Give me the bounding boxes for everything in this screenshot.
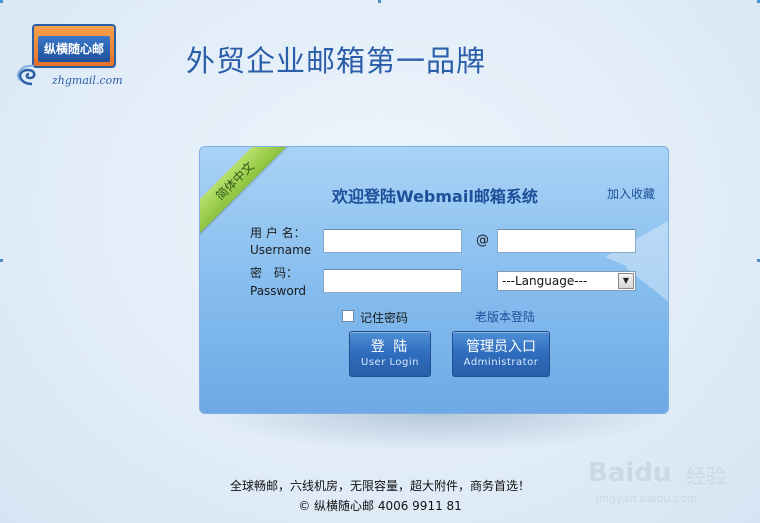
- remember-password-checkbox[interactable]: [342, 310, 354, 322]
- logo-text: 纵横随心邮: [38, 36, 110, 62]
- domain-input[interactable]: [497, 229, 636, 253]
- login-button-sublabel: User Login: [361, 357, 419, 368]
- panel-shadow: [200, 412, 670, 452]
- watermark-url: jingyan.baidu.com: [596, 492, 698, 505]
- corner-marker: [378, 0, 381, 3]
- remember-password-label[interactable]: 记住密码: [360, 309, 408, 326]
- login-title: 欢迎登陆Webmail邮箱系统: [332, 187, 538, 206]
- watermark-label: 经验: [686, 464, 726, 488]
- admin-button-sublabel: Administrator: [463, 357, 539, 368]
- chevron-down-icon[interactable]: ▼: [618, 273, 634, 289]
- username-label-en: Username: [250, 243, 312, 257]
- password-label-cn: 密 码：: [250, 266, 299, 280]
- baidu-watermark: Baidu 经验 jingyan.baidu.com: [586, 452, 726, 512]
- logo-swirl-icon: [16, 64, 36, 86]
- brand-logo[interactable]: 纵横随心邮 zhgmail.com: [8, 20, 138, 92]
- corner-marker: [0, 259, 3, 262]
- password-label-en: Password: [250, 284, 307, 298]
- language-selected-value: ---Language---: [502, 274, 588, 288]
- watermark-brand: Baidu: [588, 458, 672, 488]
- admin-entry-button[interactable]: 管理员入口 Administrator: [452, 331, 550, 377]
- login-panel: 简体中文 欢迎登陆Webmail邮箱系统 加入收藏 用 户 名： Usernam…: [199, 146, 669, 414]
- login-button[interactable]: 登 陆 User Login: [349, 331, 431, 377]
- language-ribbon[interactable]: 简体中文: [200, 147, 290, 236]
- username-input[interactable]: [323, 229, 462, 253]
- logo-domain: zhgmail.com: [52, 74, 123, 87]
- old-version-login-link[interactable]: 老版本登陆: [475, 308, 535, 325]
- username-label-cn: 用 户 名：: [250, 226, 306, 240]
- slogan-heading: 外贸企业邮箱第一品牌: [186, 44, 487, 78]
- add-bookmark-link[interactable]: 加入收藏: [607, 185, 655, 202]
- at-sign: @: [476, 233, 489, 248]
- password-input[interactable]: [323, 269, 462, 293]
- login-button-label: 登 陆: [370, 339, 410, 355]
- language-select[interactable]: ---Language--- ▼: [497, 271, 636, 291]
- corner-marker: [0, 0, 3, 3]
- admin-button-label: 管理员入口: [466, 339, 536, 355]
